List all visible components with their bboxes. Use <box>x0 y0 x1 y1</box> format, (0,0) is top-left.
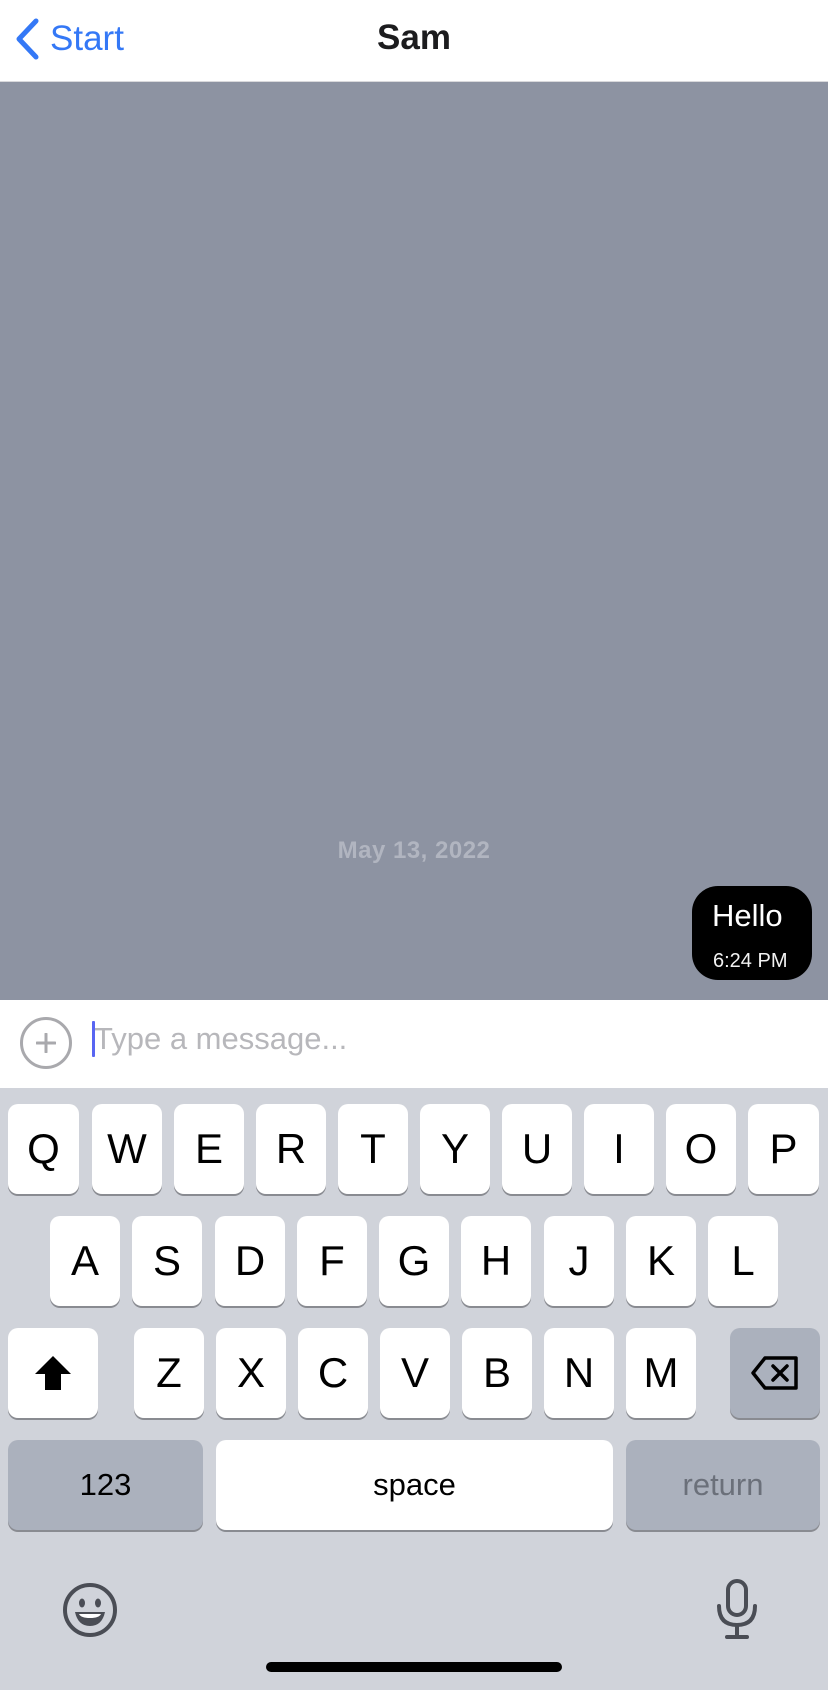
delete-icon <box>751 1356 798 1390</box>
key-n[interactable]: N <box>544 1328 614 1418</box>
message-list[interactable]: May 13, 2022 Hello 6:24 PM <box>0 82 828 1000</box>
return-key[interactable]: return <box>626 1440 820 1530</box>
key-y[interactable]: Y <box>420 1104 490 1194</box>
key-i[interactable]: I <box>584 1104 654 1194</box>
outgoing-message-bubble[interactable]: Hello 6:24 PM <box>692 886 812 980</box>
message-text: Hello <box>712 898 783 933</box>
key-j[interactable]: J <box>544 1216 614 1306</box>
key-q[interactable]: Q <box>8 1104 79 1194</box>
home-indicator <box>266 1662 562 1672</box>
emoji-icon <box>63 1583 117 1637</box>
dictation-button[interactable] <box>714 1578 760 1645</box>
key-a[interactable]: A <box>50 1216 120 1306</box>
key-l[interactable]: L <box>708 1216 778 1306</box>
key-d[interactable]: D <box>215 1216 285 1306</box>
emoji-button[interactable] <box>62 1582 118 1643</box>
key-r[interactable]: R <box>256 1104 326 1194</box>
key-s[interactable]: S <box>132 1216 202 1306</box>
key-t[interactable]: T <box>338 1104 408 1194</box>
key-v[interactable]: V <box>380 1328 450 1418</box>
key-f[interactable]: F <box>297 1216 367 1306</box>
shift-key[interactable] <box>8 1328 98 1418</box>
key-g[interactable]: G <box>379 1216 449 1306</box>
message-composer <box>0 1000 828 1088</box>
key-p[interactable]: P <box>748 1104 819 1194</box>
key-u[interactable]: U <box>502 1104 572 1194</box>
space-key[interactable]: space <box>216 1440 613 1530</box>
key-z[interactable]: Z <box>134 1328 204 1418</box>
navigation-bar: Start Sam <box>0 0 828 82</box>
key-x[interactable]: X <box>216 1328 286 1418</box>
key-m[interactable]: M <box>626 1328 696 1418</box>
key-b[interactable]: B <box>462 1328 532 1418</box>
text-caret <box>92 1021 95 1057</box>
microphone-icon <box>717 1579 757 1639</box>
key-k[interactable]: K <box>626 1216 696 1306</box>
conversation-title: Sam <box>377 18 451 57</box>
shift-icon <box>35 1356 71 1390</box>
message-timestamp: 6:24 PM <box>713 950 788 972</box>
plus-icon <box>36 1033 56 1053</box>
key-c[interactable]: C <box>298 1328 368 1418</box>
key-w[interactable]: W <box>92 1104 162 1194</box>
key-h[interactable]: H <box>461 1216 531 1306</box>
date-divider: May 13, 2022 <box>337 837 491 864</box>
add-attachment-button[interactable] <box>20 1017 72 1069</box>
delete-key[interactable] <box>730 1328 820 1418</box>
message-input[interactable] <box>92 1014 794 1064</box>
key-e[interactable]: E <box>174 1104 244 1194</box>
numbers-key[interactable]: 123 <box>8 1440 203 1530</box>
key-o[interactable]: O <box>666 1104 736 1194</box>
onscreen-keyboard: Q W E R T Y U I O P A S D F G H J K L Z … <box>0 1088 828 1690</box>
